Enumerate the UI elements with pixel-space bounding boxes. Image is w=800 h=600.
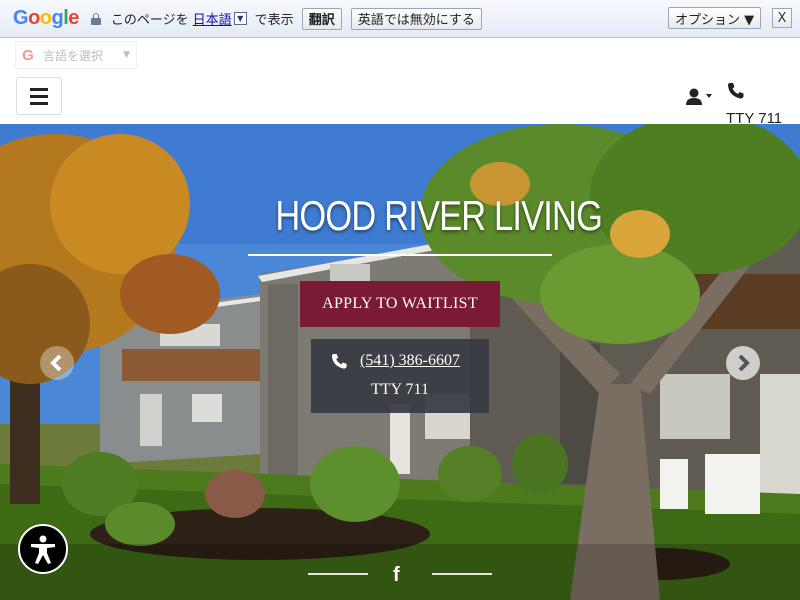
hero-title: HOOD RIVER LIVING	[275, 192, 603, 239]
chevron-down-icon: ▼	[123, 50, 130, 60]
phone-icon	[331, 353, 347, 369]
logo-letter: o	[39, 7, 52, 29]
never-translate-button[interactable]: 英語では無効にする	[350, 7, 482, 30]
logo-letter: g	[51, 7, 64, 29]
translate-prefix: このページを	[110, 13, 189, 28]
carousel-prev-button[interactable]	[40, 346, 74, 380]
translate-bar: Google このページを 日本語 ▼ で表示 翻訳 英語では無効にする オプシ…	[0, 0, 800, 38]
translate-suffix: で表示	[254, 13, 294, 28]
language-select[interactable]: G 言語を選択 ▼	[15, 41, 137, 69]
close-translate-button[interactable]: X	[772, 8, 792, 28]
user-menu-button[interactable]	[686, 87, 718, 107]
google-logo: Google	[13, 7, 79, 30]
chevron-left-icon	[50, 355, 62, 371]
hamburger-icon	[30, 87, 48, 91]
accessibility-button[interactable]	[18, 524, 68, 574]
logo-letter: o	[28, 7, 40, 29]
options-button[interactable]: オプション ▼	[668, 7, 762, 29]
chevron-right-icon	[738, 355, 750, 371]
user-icon	[686, 88, 712, 105]
footer-divider-left	[308, 573, 368, 575]
carousel-next-button[interactable]	[726, 346, 760, 380]
hamburger-menu-button[interactable]	[16, 77, 62, 115]
facebook-icon[interactable]: f	[393, 564, 400, 587]
google-g-icon: G	[22, 46, 34, 64]
phone-number-link[interactable]: (541) 386-6607	[360, 352, 460, 370]
logo-letter: e	[68, 7, 79, 29]
phone-row: (541) 386-6607	[331, 352, 460, 370]
language-dropdown-icon[interactable]: ▼	[233, 12, 247, 25]
hero-banner: HOOD RIVER LIVING APPLY TO WAITLIST (541…	[0, 124, 800, 600]
phone-icon[interactable]	[727, 82, 745, 100]
translate-button[interactable]: 翻訳	[301, 7, 342, 30]
contact-box: (541) 386-6607 TTY 711	[311, 339, 489, 413]
logo-letter: G	[13, 7, 29, 29]
target-language-link[interactable]: 日本語	[193, 9, 232, 28]
lock-icon	[90, 12, 101, 25]
footer-divider-right	[432, 573, 492, 575]
language-select-label: 言語を選択	[43, 48, 104, 63]
title-divider	[248, 254, 552, 256]
apply-to-waitlist-button[interactable]: APPLY TO WAITLIST	[300, 281, 500, 327]
tty-number: TTY 711	[371, 381, 429, 398]
accessibility-icon	[31, 535, 55, 564]
